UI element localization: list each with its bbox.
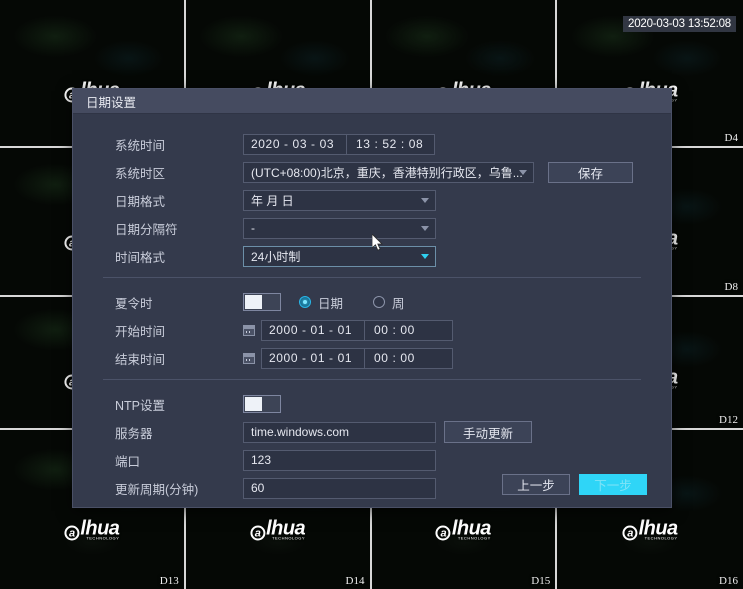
dst-mode-date-label: 日期 (318, 296, 344, 311)
dst-end-date-input[interactable]: 2000 - 01 - 01 (262, 348, 365, 368)
timezone-row: 系统时区 (UTC+08:00)北京，重庆，香港特别行政区，乌鲁... 保存 (73, 160, 671, 184)
dst-label: 夏令时 (115, 296, 153, 311)
time-format-value: 24小时制 (251, 249, 301, 264)
date-separator-label: 日期分隔符 (115, 222, 178, 237)
dst-end-row: 结束时间 2000 - 01 - 01 00 : 00 (73, 346, 671, 370)
previous-step-button[interactable]: 上一步 (502, 474, 570, 495)
dst-mode-date-radio[interactable]: 日期 (299, 293, 343, 312)
dst-mode-group: 日期 周 (299, 293, 435, 312)
ntp-server-label: 服务器 (115, 426, 153, 441)
date-settings-dialog: 日期设置 系统时间 2020 - 03 - 03 13 : 52 : 08 系统… (72, 88, 672, 508)
calendar-icon[interactable] (243, 324, 255, 336)
ntp-port-label: 端口 (115, 454, 141, 469)
ntp-toggle-knob (245, 397, 262, 411)
next-step-button[interactable]: 下一步 (579, 474, 647, 495)
dst-start-field[interactable]: 2000 - 01 - 01 00 : 00 (261, 319, 453, 341)
dahua-logo-sub: TECHNOLOGY (272, 535, 306, 541)
dst-end-field[interactable]: 2000 - 01 - 01 00 : 00 (261, 347, 453, 369)
channel-label: D4 (724, 132, 738, 144)
radio-dot-icon (299, 296, 311, 308)
channel-label: D13 (159, 575, 179, 587)
osd-timestamp: 2020-03-03 13:52:08 (623, 16, 736, 32)
section-divider (103, 379, 641, 380)
channel-label: D14 (345, 575, 365, 587)
dahua-logo: alhuaTECHNOLOGY (64, 517, 120, 541)
dst-start-date-input[interactable]: 2000 - 01 - 01 (262, 320, 365, 340)
ntp-port-input[interactable]: 123 (243, 449, 436, 471)
dahua-logo: alhuaTECHNOLOGY (250, 517, 306, 541)
manual-update-button[interactable]: 手动更新 (444, 421, 532, 443)
dahua-logo-mark: a (435, 525, 451, 541)
dialog-title-bar[interactable]: 日期设置 (73, 89, 671, 114)
ntp-row: NTP设置 (73, 392, 671, 416)
chevron-down-icon (421, 254, 429, 259)
section-divider (103, 277, 641, 278)
dst-toggle[interactable] (243, 293, 281, 311)
timezone-value: (UTC+08:00)北京，重庆，香港特别行政区，乌鲁... (251, 165, 523, 180)
timezone-label: 系统时区 (115, 166, 166, 181)
system-date-input[interactable]: 2020 - 03 - 03 (244, 134, 347, 154)
save-button[interactable]: 保存 (548, 161, 633, 183)
date-format-row: 日期格式 年 月 日 (73, 188, 671, 212)
ntp-server-row: 服务器 time.windows.com 手动更新 (73, 420, 671, 444)
system-time-label: 系统时间 (115, 138, 166, 153)
dahua-logo-mark: a (64, 525, 80, 541)
system-time-row: 系统时间 2020 - 03 - 03 13 : 52 : 08 (73, 132, 671, 156)
channel-label: D15 (531, 575, 551, 587)
channel-label: D8 (724, 281, 738, 293)
chevron-down-icon (421, 226, 429, 231)
dahua-logo-sub: TECHNOLOGY (457, 535, 491, 541)
dialog-title: 日期设置 (86, 95, 137, 110)
ntp-toggle[interactable] (243, 395, 281, 413)
chevron-down-icon (519, 170, 527, 175)
dialog-body: 系统时间 2020 - 03 - 03 13 : 52 : 08 系统时区 (U… (73, 114, 671, 507)
time-format-select[interactable]: 24小时制 (243, 245, 436, 267)
dst-start-row: 开始时间 2000 - 01 - 01 00 : 00 (73, 318, 671, 342)
dst-start-time-input[interactable]: 00 : 00 (365, 323, 452, 337)
dst-toggle-knob (245, 295, 262, 309)
calendar-icon[interactable] (243, 352, 255, 364)
dahua-logo-sub: TECHNOLOGY (644, 535, 678, 541)
system-time-input[interactable]: 13 : 52 : 08 (347, 137, 434, 151)
dahua-logo-sub: TECHNOLOGY (86, 535, 120, 541)
ntp-label: NTP设置 (115, 398, 166, 413)
date-format-value: 年 月 日 (251, 193, 294, 208)
dahua-logo-mark: a (250, 525, 266, 541)
chevron-down-icon (421, 198, 429, 203)
date-format-select[interactable]: 年 月 日 (243, 189, 436, 211)
timezone-select[interactable]: (UTC+08:00)北京，重庆，香港特别行政区，乌鲁... (243, 161, 534, 183)
dahua-logo-mark: a (622, 525, 638, 541)
dialog-footer: 上一步 下一步 (73, 474, 671, 495)
dst-mode-week-radio[interactable]: 周 (373, 293, 405, 312)
channel-label: D16 (719, 575, 738, 587)
ntp-server-input[interactable]: time.windows.com (243, 421, 436, 443)
time-format-label: 时间格式 (115, 250, 166, 265)
dahua-logo: alhuaTECHNOLOGY (622, 517, 678, 541)
dahua-logo: alhuaTECHNOLOGY (435, 517, 491, 541)
dst-end-time-input[interactable]: 00 : 00 (365, 351, 452, 365)
dst-row: 夏令时 日期 周 (73, 290, 671, 314)
dst-end-label: 结束时间 (115, 352, 166, 367)
radio-dot-icon (373, 296, 386, 308)
date-separator-value: - (251, 221, 255, 235)
date-format-label: 日期格式 (115, 194, 166, 209)
dst-mode-week-label: 周 (392, 296, 405, 311)
time-format-row: 时间格式 24小时制 (73, 244, 671, 268)
dst-start-label: 开始时间 (115, 324, 166, 339)
date-separator-select[interactable]: - (243, 217, 436, 239)
ntp-port-row: 端口 123 (73, 448, 671, 472)
date-separator-row: 日期分隔符 - (73, 216, 671, 240)
system-time-field[interactable]: 2020 - 03 - 03 13 : 52 : 08 (243, 133, 435, 155)
channel-label: D12 (719, 414, 738, 426)
